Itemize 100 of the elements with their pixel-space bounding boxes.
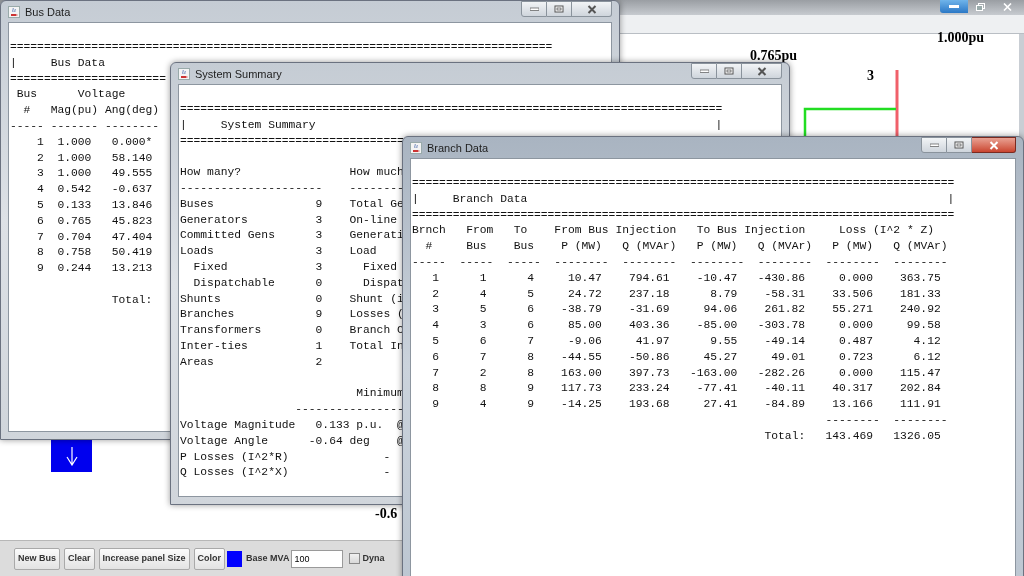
- text-line: Total: 143.469 1326.05: [764, 428, 941, 444]
- table-cell: -9.06: [567, 334, 602, 347]
- minimize-icon: [699, 69, 709, 73]
- table-cell: 47.404: [111, 230, 153, 243]
- bus-label: 0.765pu: [750, 48, 798, 64]
- table-cell: 9: [527, 382, 534, 395]
- table-cell: 5: [479, 303, 487, 316]
- table-cell: 40.317: [832, 382, 873, 395]
- table-cell: 403.36: [628, 319, 670, 332]
- maximize-icon: [954, 141, 964, 149]
- maximize-button[interactable]: [717, 63, 742, 79]
- bus-label: -0.6: [375, 506, 398, 522]
- color-swatch[interactable]: [227, 550, 243, 567]
- text-line: # Bus Bus P (MW) Q (MVAr) P (MW) Q (MVAr) P (MW) Q (MVAr): [425, 239, 948, 255]
- table-cell: 181.33: [900, 287, 941, 300]
- table-cell: 13.846: [111, 198, 153, 211]
- text-line: =================================: [180, 133, 404, 149]
- toolbar-button[interactable]: Color: [193, 547, 226, 570]
- table-cell: 0.542: [57, 183, 92, 196]
- table-cell: 49.01: [771, 350, 806, 363]
- close-icon: [988, 140, 999, 150]
- table-cell: 1: [479, 271, 487, 284]
- text-line: ================================================================================: [412, 207, 955, 223]
- table-cell: 41.97: [635, 334, 670, 347]
- table-cell: -163.00: [689, 366, 738, 379]
- table-cell: 163.00: [561, 366, 602, 379]
- minimize-button[interactable]: [691, 63, 717, 79]
- toolbar-button[interactable]: New Bus: [14, 547, 60, 570]
- table-cell: 8: [432, 382, 440, 395]
- text-line: Brnch From To From Bus Injection To Bus Injection Loss (I^2 * Z): [412, 223, 934, 239]
- minimize-button[interactable]: [940, 0, 968, 13]
- table-cell: 240.92: [900, 303, 941, 316]
- table-cell: 50.419: [111, 246, 153, 259]
- table-cell: 117.73: [561, 382, 602, 395]
- table-cell: -84.89: [764, 398, 806, 411]
- table-cell: 0.244: [57, 262, 92, 275]
- table-cell: 1.000: [57, 135, 92, 148]
- table-cell: 0.133: [57, 198, 92, 211]
- table-cell: 7: [432, 366, 440, 379]
- minimize-button[interactable]: [521, 1, 547, 17]
- table-cell: 794.61: [628, 271, 670, 284]
- table-cell: 0.000*: [111, 135, 153, 148]
- text-line: Total:: [111, 292, 153, 308]
- table-cell: 5: [37, 198, 44, 211]
- text-line: Q Losses (I^2*X) -: [180, 465, 391, 481]
- bus-node[interactable]: [51, 440, 92, 472]
- table-cell: 1.000: [57, 167, 92, 180]
- restore-icon: [975, 2, 985, 11]
- table-cell: 24.72: [567, 287, 602, 300]
- cup-icon: [410, 142, 422, 155]
- table-cell: 6: [479, 334, 487, 347]
- table-cell: 10.47: [567, 271, 602, 284]
- checkbox[interactable]: [349, 553, 361, 564]
- maximize-icon: [724, 67, 734, 75]
- close-button[interactable]: [972, 137, 1016, 153]
- table-cell: 0.704: [57, 230, 92, 243]
- checkbox-label: Dyna: [362, 551, 385, 565]
- table-cell: -58.31: [764, 287, 806, 300]
- maximize-button[interactable]: [547, 1, 572, 17]
- table-cell: 33.506: [832, 287, 873, 300]
- minimize-button[interactable]: [921, 137, 947, 153]
- table-cell: 2: [432, 287, 440, 300]
- table-cell: 49.555: [111, 167, 153, 180]
- table-cell: -50.86: [628, 350, 670, 363]
- arrow-down-icon: [65, 446, 78, 466]
- table-cell: 8: [527, 350, 534, 363]
- table-cell: 27.41: [703, 398, 738, 411]
- text-line: Areas 2: [180, 354, 323, 370]
- maximize-button[interactable]: [947, 137, 972, 153]
- table-cell: 7: [479, 350, 487, 363]
- text-line: # Mag(pu) Ang(deg): [23, 103, 160, 119]
- table-cell: 9: [37, 262, 44, 275]
- table-cell: 3: [37, 167, 44, 180]
- banner-title: | Bus Data: [10, 55, 105, 71]
- text-line: ----------------: [295, 402, 404, 418]
- text-line: -------- --------: [825, 412, 948, 428]
- toolbar-button[interactable]: Clear: [64, 547, 95, 570]
- banner-title: | Branch Data: [412, 191, 528, 207]
- table-cell: 4: [37, 183, 44, 196]
- table-cell: 45.27: [703, 350, 738, 363]
- banner-edge: |: [715, 117, 723, 133]
- table-cell: -38.79: [561, 303, 602, 316]
- table-cell: 7: [37, 230, 44, 243]
- table-cell: 9: [432, 398, 440, 411]
- close-button[interactable]: [742, 63, 782, 79]
- table-cell: -40.11: [764, 382, 806, 395]
- text-line: Fixed 3 Fixed: [193, 259, 397, 275]
- toolbar-button[interactable]: Increase panel Size: [98, 547, 190, 570]
- base-mva-field[interactable]: 100: [291, 549, 344, 568]
- cup-icon: [178, 68, 190, 81]
- table-cell: 58.140: [111, 151, 153, 164]
- table-cell: 6: [432, 350, 440, 363]
- table-cell: -303.78: [757, 319, 806, 332]
- close-icon: [1002, 2, 1012, 11]
- table-cell: -85.00: [696, 319, 738, 332]
- text-line: ================================================================================: [180, 102, 723, 117]
- close-button[interactable]: [572, 1, 612, 17]
- table-cell: 6: [527, 319, 534, 332]
- table-cell: 363.75: [900, 271, 941, 284]
- table-cell: 202.84: [900, 382, 941, 395]
